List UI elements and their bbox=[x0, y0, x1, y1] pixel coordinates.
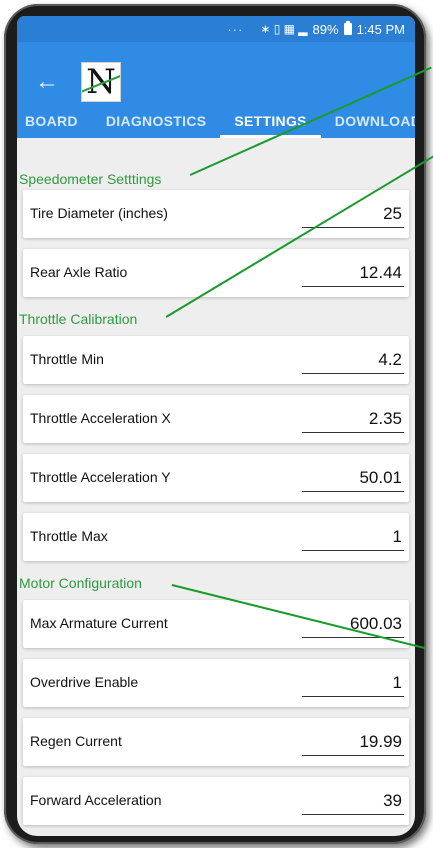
section-title-throttle: Throttle Calibration bbox=[19, 311, 138, 327]
setting-row-overdrive-enable: Overdrive Enable bbox=[23, 659, 409, 707]
setting-label: Throttle Acceleration X bbox=[30, 410, 171, 426]
app-logo: N bbox=[81, 62, 121, 102]
tab-bar: BOARD DIAGNOSTICS SETTINGS DOWNLOAD bbox=[17, 108, 415, 138]
setting-label: Forward Acceleration bbox=[30, 792, 162, 808]
setting-row-rear-axle-ratio: Rear Axle Ratio bbox=[23, 249, 409, 297]
section-title-motor: Motor Configuration bbox=[19, 575, 142, 591]
tab-board[interactable]: BOARD bbox=[17, 108, 92, 138]
rear-axle-ratio-input[interactable] bbox=[302, 259, 404, 287]
setting-row-forward-acceleration: Forward Acceleration bbox=[23, 777, 409, 825]
forward-acceleration-input[interactable] bbox=[302, 787, 404, 815]
setting-label: Rear Axle Ratio bbox=[30, 264, 128, 280]
overdrive-enable-input[interactable] bbox=[302, 669, 404, 697]
setting-label: Max Armature Current bbox=[30, 615, 168, 631]
regen-current-input[interactable] bbox=[302, 728, 404, 756]
throttle-min-input[interactable] bbox=[302, 346, 404, 374]
app-screen: ··· ∗ ▯ ▦ ▂ 89% 1:45 PM ← N BOARD DIAGNO… bbox=[17, 16, 415, 836]
tab-diagnostics[interactable]: DIAGNOSTICS bbox=[92, 108, 221, 138]
status-bar: ··· ∗ ▯ ▦ ▂ 89% 1:45 PM bbox=[17, 16, 415, 42]
setting-row-throttle-accel-y: Throttle Acceleration Y bbox=[23, 454, 409, 502]
setting-label: Tire Diameter (inches) bbox=[30, 205, 168, 221]
throttle-accel-y-input[interactable] bbox=[302, 464, 404, 492]
battery-icon bbox=[343, 21, 352, 35]
settings-list: Speedometer Setttings Tire Diameter (inc… bbox=[17, 168, 415, 836]
setting-label: Throttle Max bbox=[30, 528, 108, 544]
setting-row-max-armature-current: Max Armature Current bbox=[23, 600, 409, 648]
setting-label: Throttle Acceleration Y bbox=[30, 469, 171, 485]
setting-row-throttle-min: Throttle Min bbox=[23, 336, 409, 384]
status-overflow-dots: ··· bbox=[227, 21, 244, 37]
max-armature-current-input[interactable] bbox=[302, 610, 404, 638]
setting-row-regen-current: Regen Current bbox=[23, 718, 409, 766]
throttle-accel-x-input[interactable] bbox=[302, 405, 404, 433]
section-title-speedometer: Speedometer Setttings bbox=[19, 171, 162, 187]
setting-row-tire-diameter: Tire Diameter (inches) bbox=[23, 190, 409, 238]
setting-row-throttle-max: Throttle Max bbox=[23, 513, 409, 561]
phone-frame: ··· ∗ ▯ ▦ ▂ 89% 1:45 PM ← N BOARD DIAGNO… bbox=[4, 4, 426, 844]
setting-label: Regen Current bbox=[30, 733, 122, 749]
status-time: 1:45 PM bbox=[356, 21, 405, 37]
status-icons: ∗ ▯ ▦ ▂ bbox=[260, 22, 308, 36]
setting-label: Throttle Min bbox=[30, 351, 104, 367]
tab-download[interactable]: DOWNLOAD bbox=[321, 108, 415, 138]
battery-percent: 89% bbox=[312, 21, 339, 37]
setting-row-throttle-accel-x: Throttle Acceleration X bbox=[23, 395, 409, 443]
throttle-max-input[interactable] bbox=[302, 523, 404, 551]
setting-label: Overdrive Enable bbox=[30, 674, 139, 690]
back-arrow-icon[interactable]: ← bbox=[33, 68, 61, 96]
